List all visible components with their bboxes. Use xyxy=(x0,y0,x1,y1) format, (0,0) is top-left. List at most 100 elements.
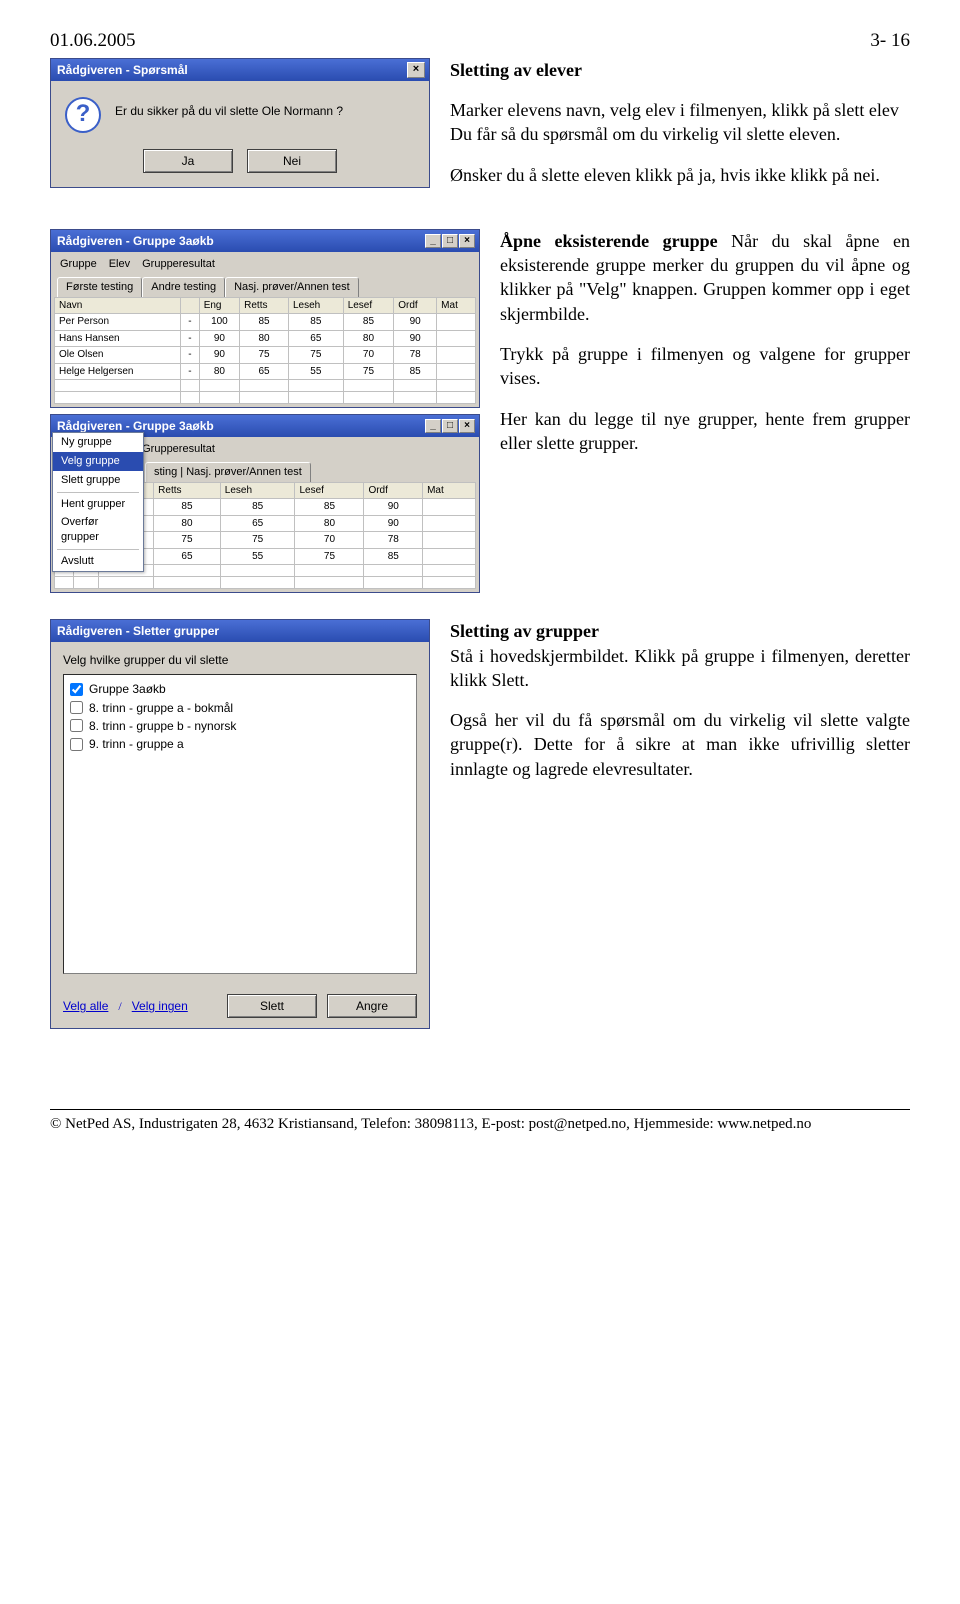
checklist-item[interactable]: 9. trinn - gruppe a xyxy=(70,736,410,752)
cell-name: Per Person xyxy=(55,314,181,331)
column-header: Retts xyxy=(240,297,289,314)
cell-value: - xyxy=(181,314,200,331)
cell-value: 90 xyxy=(394,314,437,331)
section-title: Sletting av grupper xyxy=(450,621,599,641)
menu-item[interactable]: Grupperesultat xyxy=(142,257,215,272)
cell-value: 75 xyxy=(220,532,295,549)
table-row[interactable]: Helge Helgersen-8065557585 xyxy=(55,363,476,380)
checklist-label: Gruppe 3aøkb xyxy=(89,681,166,697)
section-title: Sletting av elever xyxy=(450,60,582,80)
delete-groups-dialog: Rådigveren - Sletter grupper Velg hvilke… xyxy=(50,619,430,1029)
checkbox[interactable] xyxy=(70,719,83,732)
cell-value: 55 xyxy=(288,363,343,380)
column-header: Mat xyxy=(423,482,476,499)
checklist-label: 8. trinn - gruppe b - nynorsk xyxy=(89,718,236,734)
maximize-icon[interactable]: □ xyxy=(442,419,458,433)
column-header: Retts xyxy=(154,482,221,499)
page-header: 01.06.2005 3- 16 xyxy=(50,28,910,54)
tab[interactable]: Første testing xyxy=(57,277,142,297)
checklist-item[interactable]: Gruppe 3aøkb xyxy=(70,681,410,697)
window-title: Rådgiveren - Gruppe 3aøkb xyxy=(57,233,424,249)
table-row xyxy=(55,577,476,589)
checklist-item[interactable]: 8. trinn - gruppe b - nynorsk xyxy=(70,718,410,734)
undo-button[interactable]: Angre xyxy=(327,994,417,1018)
cell-value: 65 xyxy=(154,548,221,565)
window-titlebar: Rådgiveren - Gruppe 3aøkb _ □ × xyxy=(51,230,479,252)
tab[interactable]: Nasj. prøver/Annen test xyxy=(225,277,359,297)
yes-button[interactable]: Ja xyxy=(143,149,233,173)
cell-value xyxy=(423,548,476,565)
minimize-icon[interactable]: _ xyxy=(425,419,441,433)
cell-value: 75 xyxy=(343,363,394,380)
table-row[interactable]: Hans Hansen-9080658090 xyxy=(55,330,476,347)
table-row[interactable]: Per Person-10085858590 xyxy=(55,314,476,331)
cell-value: 80 xyxy=(154,515,221,532)
no-button[interactable]: Nei xyxy=(247,149,337,173)
maximize-icon[interactable]: □ xyxy=(442,234,458,248)
dialog-title: Rådgiveren - Spørsmål xyxy=(57,62,407,78)
delete-button[interactable]: Slett xyxy=(227,994,317,1018)
table-row xyxy=(55,380,476,392)
menu-popup-item[interactable]: Hent grupper xyxy=(53,495,143,514)
close-icon[interactable]: × xyxy=(459,234,475,248)
cell-value xyxy=(423,499,476,516)
minimize-icon[interactable]: _ xyxy=(425,234,441,248)
header-date: 01.06.2005 xyxy=(50,28,136,54)
cell-value: 85 xyxy=(394,363,437,380)
cell-value: 55 xyxy=(220,548,295,565)
section-text: Stå i hovedskjermbildet. Klikk på gruppe… xyxy=(450,644,910,693)
tab[interactable]: Andre testing xyxy=(142,277,225,297)
table-row xyxy=(55,392,476,404)
menu-popup-item[interactable]: Ny gruppe xyxy=(53,433,143,452)
column-header: Ordf xyxy=(364,482,423,499)
cell-value: 90 xyxy=(364,515,423,532)
cell-value xyxy=(437,314,476,331)
column-header: Leseh xyxy=(288,297,343,314)
menu-item[interactable]: Grupperesultat xyxy=(142,442,215,457)
checkbox[interactable] xyxy=(70,701,83,714)
section-delete-students: Sletting av elever Marker elevens navn, … xyxy=(450,58,910,203)
cell-value: 75 xyxy=(295,548,364,565)
checklist-label: 9. trinn - gruppe a xyxy=(89,736,184,752)
menu-popup-item[interactable]: Avslutt xyxy=(53,552,143,571)
cell-value: 90 xyxy=(199,330,239,347)
column-header xyxy=(181,297,200,314)
checklist-item[interactable]: 8. trinn - gruppe a - bokmål xyxy=(70,700,410,716)
checkbox[interactable] xyxy=(70,683,83,696)
menu-item[interactable]: Gruppe xyxy=(60,257,97,272)
close-icon[interactable]: × xyxy=(407,62,425,78)
checkbox[interactable] xyxy=(70,738,83,751)
section-text: Du får så du spørsmål om du virkelig vil… xyxy=(450,122,910,146)
column-header: Mat xyxy=(437,297,476,314)
tab[interactable]: sting | Nasj. prøver/Annen test xyxy=(145,462,311,482)
menu-bar: Gruppe Elev Grupperesultat xyxy=(54,255,476,274)
cell-value: 65 xyxy=(220,515,295,532)
section-open-group: Åpne eksisterende gruppe Når du skal åpn… xyxy=(500,229,910,471)
group-checklist: Gruppe 3aøkb 8. trinn - gruppe a - bokmål… xyxy=(63,674,417,974)
cell-value: 65 xyxy=(288,330,343,347)
section-text: Ønsker du å slette eleven klikk på ja, h… xyxy=(450,163,910,187)
section-text: Marker elevens navn, velg elev i filmeny… xyxy=(450,98,910,122)
cell-value: 65 xyxy=(240,363,289,380)
cell-value xyxy=(423,515,476,532)
table-row[interactable]: Ole Olsen-9075757078 xyxy=(55,347,476,364)
menu-item[interactable]: Elev xyxy=(109,257,130,272)
cell-value: 70 xyxy=(295,532,364,549)
column-header: Leseh xyxy=(220,482,295,499)
close-icon[interactable]: × xyxy=(459,419,475,433)
cell-value: 90 xyxy=(199,347,239,364)
cell-value: 85 xyxy=(295,499,364,516)
select-all-link[interactable]: Velg alle xyxy=(63,998,108,1014)
menu-popup-item[interactable]: Velg gruppe xyxy=(53,452,143,471)
question-icon: ? xyxy=(65,97,101,133)
section-delete-groups: Sletting av grupper Stå i hovedskjermbil… xyxy=(450,619,910,797)
menu-popup-item[interactable]: Slett gruppe xyxy=(53,471,143,490)
menu-popup-item[interactable]: Overfør grupper xyxy=(53,513,143,547)
tab-strip: Første testingAndre testingNasj. prøver/… xyxy=(54,274,476,297)
cell-value: - xyxy=(181,330,200,347)
select-none-link[interactable]: Velg ingen xyxy=(132,998,188,1014)
cell-value: 75 xyxy=(288,347,343,364)
group-menu-popup: Ny gruppeVelg gruppeSlett gruppe Hent gru… xyxy=(52,432,144,572)
page-footer: © NetPed AS, Industrigaten 28, 4632 Kris… xyxy=(50,1109,910,1134)
cell-value: 80 xyxy=(240,330,289,347)
